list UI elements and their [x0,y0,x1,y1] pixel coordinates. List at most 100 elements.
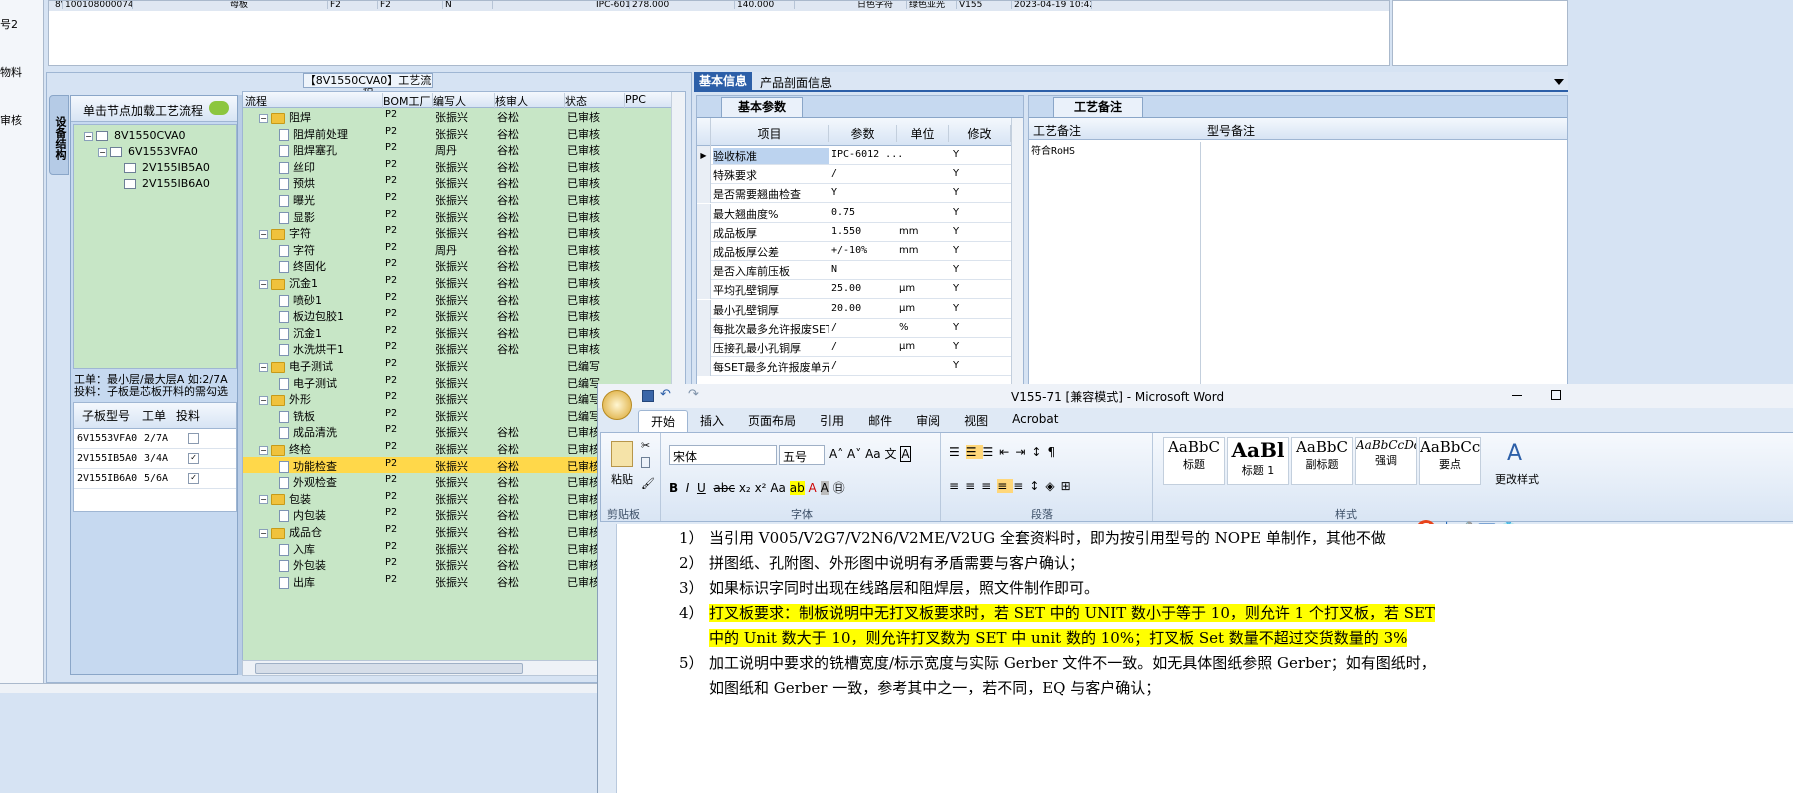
left-nav-item[interactable]: 审核 [0,112,22,128]
multilevel-icon[interactable]: ☰ [983,445,1000,459]
distribute-icon[interactable]: ≡ [1013,479,1029,493]
expand-icon[interactable]: − [98,147,107,157]
ribbon-tab[interactable]: 插入 [688,410,736,432]
process-row[interactable]: − 沉金1 P2 张振兴 谷松 已审核 [243,274,671,290]
line-spacing-icon[interactable]: ↕ [1029,479,1045,493]
tab-basic-info[interactable]: 基本信息 [694,72,752,92]
process-row[interactable]: 终固化 P2 张振兴 谷松 已审核 [243,257,671,274]
tree-node[interactable]: − 6V1553VFA0 [98,145,198,158]
copy-icon[interactable] [641,457,650,468]
row-selector[interactable] [697,318,711,338]
phonetic-icon[interactable]: 文 [884,447,896,461]
align-right-icon[interactable]: ≡ [981,479,997,493]
minimize-icon[interactable] [1512,395,1522,396]
style-swatch[interactable]: AaBbCcDd 强调 [1355,437,1417,485]
char-shading-icon[interactable]: A [820,481,829,495]
font-color-icon[interactable]: A [809,481,817,495]
expand-icon[interactable]: − [259,113,268,123]
numbering-icon[interactable]: ☰ [965,445,983,459]
italic-icon[interactable]: I [686,481,690,495]
increase-indent-icon[interactable]: ⇥ [1015,445,1031,459]
process-col-header[interactable]: BOM工厂 [383,93,433,109]
grow-font-icon[interactable]: A˄ [829,447,843,461]
paste-icon[interactable] [611,441,633,467]
vertical-tab[interactable]: 设备结构 [49,95,69,175]
process-remark-textarea[interactable]: 符合RoHS [1031,142,1201,392]
align-center-icon[interactable]: ≡ [965,479,981,493]
model-remark-textarea[interactable] [1205,142,1565,392]
ribbon-tab[interactable]: 视图 [952,410,1000,432]
param-mod[interactable]: Y [953,187,959,198]
subboard-row[interactable]: 2V155IB6A0 5/6A ✓ [74,469,236,489]
param-value[interactable]: +/-10% [831,245,867,256]
process-col-header[interactable]: PPC [625,93,673,106]
param-row[interactable]: ▶ 验收标准 IPC-6012 ... Y [697,146,1011,165]
subscript-icon[interactable]: x₂ [739,481,751,495]
save-icon[interactable] [642,390,654,402]
shrink-font-icon[interactable]: A˅ [847,447,861,461]
ribbon-tab[interactable]: 引用 [808,410,856,432]
left-nav-item[interactable]: 物料 [0,64,22,80]
bullets-icon[interactable]: ☰ [949,445,966,459]
expand-icon[interactable]: − [259,229,268,239]
tree-node[interactable]: 2V155IB6A0 [112,177,210,190]
process-row[interactable]: 阻焊塞孔 P2 周丹 谷松 已审核 [243,141,671,158]
process-row[interactable]: 曝光 P2 张振兴 谷松 已审核 [243,191,671,207]
row-selector[interactable] [697,280,711,300]
superscript-icon[interactable]: x² [755,481,767,495]
underline-icon[interactable]: U [697,481,706,495]
process-col-header[interactable]: 编写人 [433,93,495,109]
param-row[interactable]: 最小孔壁铜厚 20.00 μm Y [697,299,1011,319]
process-col-header[interactable]: 流程 [245,93,383,109]
undo-icon[interactable]: ↶ [660,387,671,402]
feed-checkbox[interactable]: ✓ [188,473,199,484]
param-mod[interactable]: Y [953,207,959,218]
tree-node[interactable]: − 8V1550CVA0 [84,129,186,142]
chevron-down-icon[interactable] [1554,79,1564,85]
process-row[interactable]: 丝印 P2 张振兴 谷松 已审核 [243,158,671,174]
param-value[interactable]: / [831,360,837,371]
param-row[interactable]: 是否需要翘曲检查 Y Y [697,184,1011,204]
style-swatch[interactable]: AaBbC 标题 [1163,437,1225,485]
param-col-header[interactable]: 修改 [949,125,1011,142]
row-selector[interactable] [697,338,711,357]
process-row[interactable]: 板边包胶1 P2 张振兴 谷松 已审核 [243,307,671,324]
process-row[interactable]: 预烘 P2 张振兴 谷松 已审核 [243,174,671,191]
tab-section-info[interactable]: 产品剖面信息 [760,74,832,91]
ribbon-tab[interactable]: 审阅 [904,410,952,432]
change-case-icon[interactable]: Aa [770,481,786,495]
param-value[interactable]: Y [831,187,837,198]
justify-icon[interactable]: ≡ [997,479,1014,493]
change-styles-button[interactable]: 更改样式 [1495,471,1539,487]
param-mod[interactable]: Y [953,149,959,160]
process-row[interactable]: 水洗烘干1 P2 张振兴 谷松 已审核 [243,340,671,357]
font-size-select[interactable]: 五号 [779,445,825,465]
process-row[interactable]: − 电子测试 P2 张振兴 已编写 [243,357,671,373]
style-swatch[interactable]: AaBbC 副标题 [1291,437,1353,485]
process-row[interactable]: − 字符 P2 张振兴 谷松 已审核 [243,224,671,240]
param-value[interactable]: 25.00 [831,283,861,294]
process-row[interactable]: 显影 P2 张振兴 谷松 已审核 [243,208,671,224]
param-row[interactable]: 成品板厚 1.550 mm Y [697,222,1011,242]
sort-icon[interactable]: ↕ [1031,445,1047,459]
param-value[interactable]: / [831,341,837,352]
process-row[interactable]: 字符 P2 周丹 谷松 已审核 [243,241,671,257]
param-mod[interactable]: Y [953,226,959,237]
param-col-header[interactable]: 参数 [829,125,897,142]
expand-icon[interactable]: − [259,395,268,405]
param-col-header[interactable]: 单位 [897,125,949,142]
char-border-icon[interactable]: A [900,446,911,462]
param-mod[interactable]: Y [953,245,959,256]
strikethrough-icon[interactable]: abc [713,481,735,495]
bold-icon[interactable]: B [669,481,678,495]
maximize-icon[interactable] [1551,390,1561,400]
param-row[interactable]: 最大翘曲度% 0.75 Y [697,203,1011,223]
font-name-select[interactable]: 宋体 [669,445,777,465]
col-header[interactable]: 工单 [138,407,172,424]
param-mod[interactable]: Y [953,168,959,179]
shading-icon[interactable]: ◈ [1045,479,1060,493]
ribbon-tab[interactable]: 邮件 [856,410,904,432]
param-value[interactable]: / [831,322,837,333]
tab-basic-params[interactable]: 基本参数 [721,97,803,117]
expand-icon[interactable]: − [259,362,268,372]
